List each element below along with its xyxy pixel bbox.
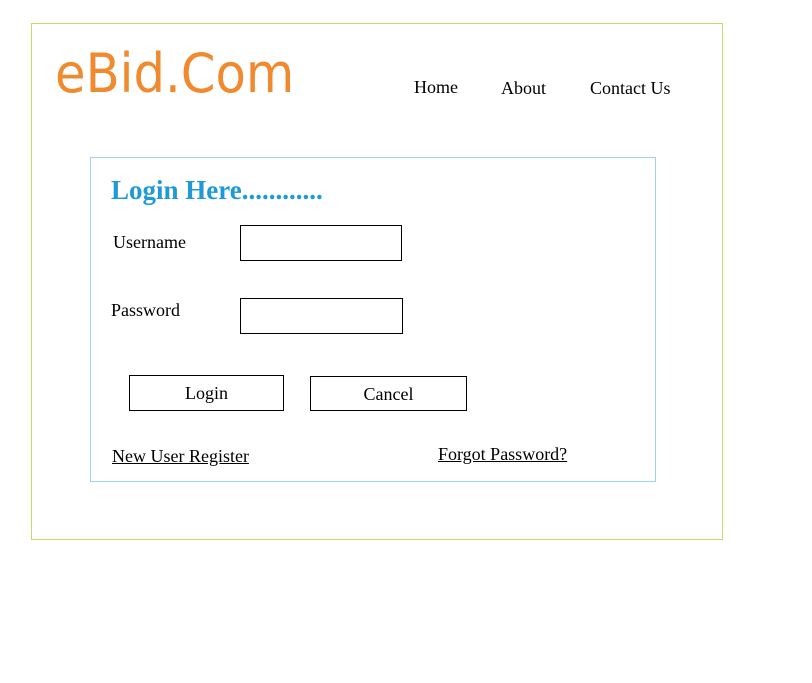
new-user-register-link[interactable]: New User Register (112, 447, 249, 465)
username-input[interactable] (240, 225, 402, 261)
login-heading: Login Here............ (111, 175, 323, 205)
password-input[interactable] (240, 298, 403, 334)
nav-link-home[interactable]: Home (414, 78, 458, 96)
nav-link-about[interactable]: About (501, 79, 546, 97)
password-label: Password (111, 300, 181, 320)
nav-link-contact-us[interactable]: Contact Us (590, 79, 671, 97)
forgot-password-link[interactable]: Forgot Password? (438, 445, 567, 463)
username-label: Username (113, 232, 186, 252)
site-logo[interactable]: eBid.Com (55, 47, 294, 101)
cancel-button[interactable]: Cancel (310, 376, 467, 411)
login-button[interactable]: Login (129, 375, 284, 411)
